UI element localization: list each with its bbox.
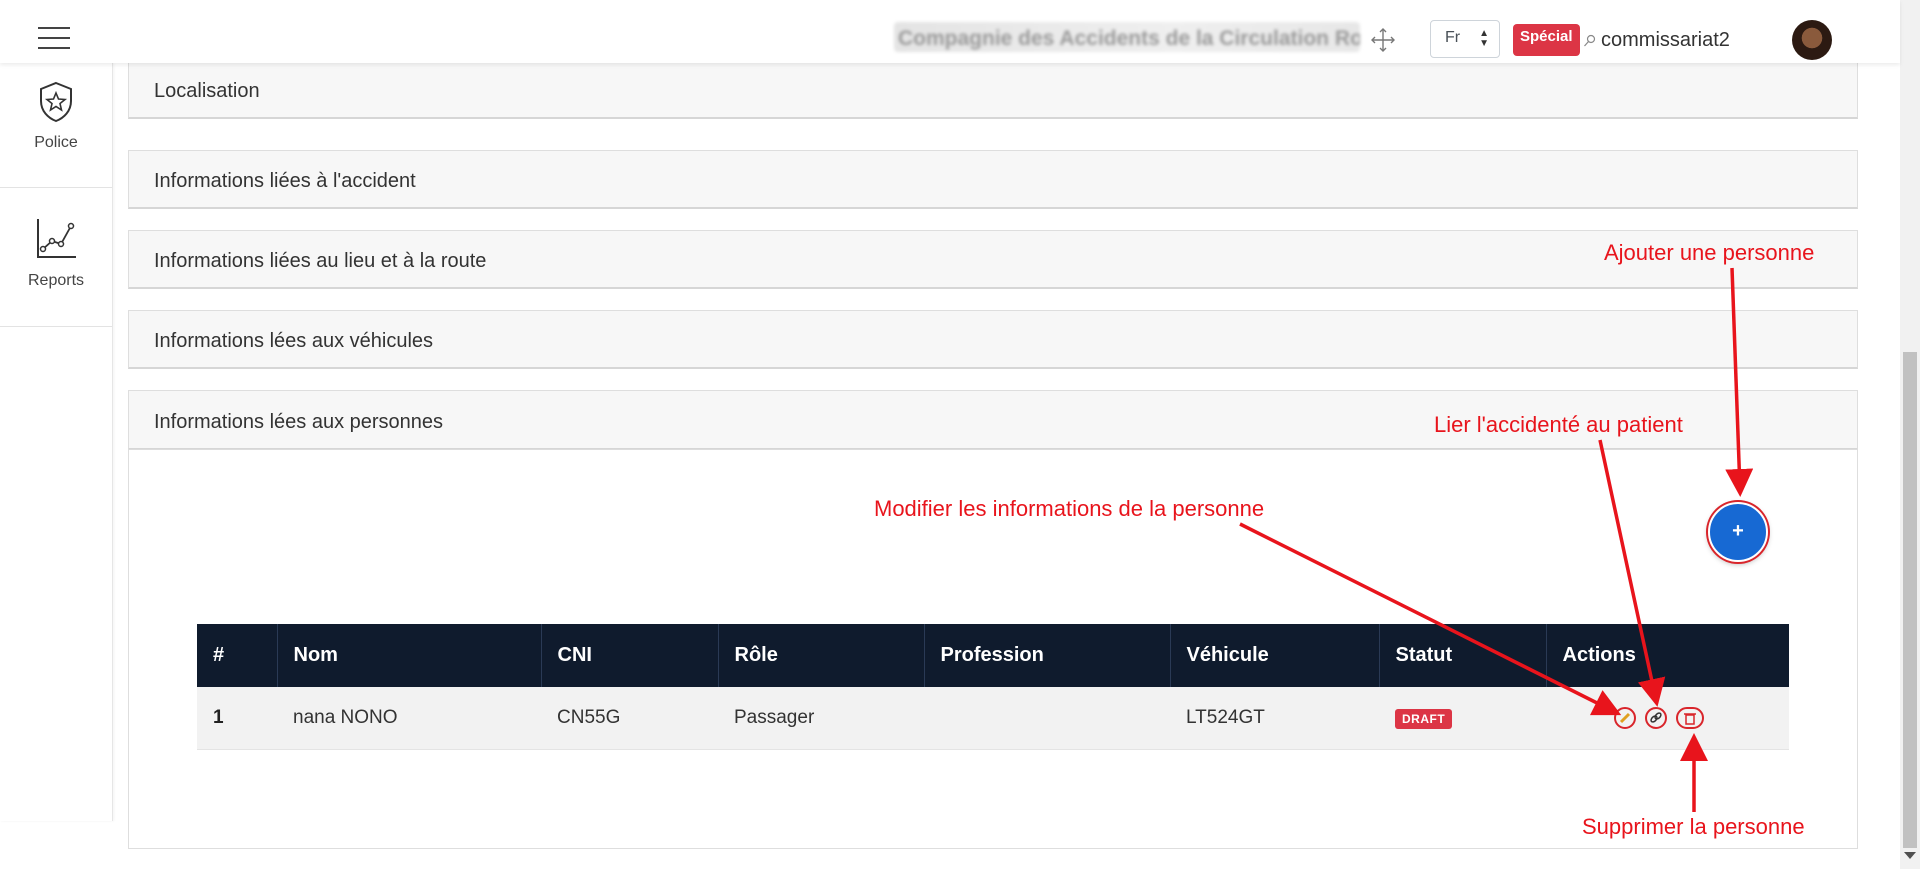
fullscreen-icon[interactable] xyxy=(1370,27,1396,53)
edit-person-button[interactable] xyxy=(1614,706,1636,729)
panel-title: Informations lées aux véhicules xyxy=(154,330,434,352)
cell-number: 1 xyxy=(197,687,277,750)
add-person-button[interactable]: + xyxy=(1708,502,1768,562)
annotation-delete-person: Supprimer la personne xyxy=(1582,814,1805,839)
scroll-down-arrow-icon[interactable] xyxy=(1904,852,1916,859)
cell-actions xyxy=(1546,687,1789,750)
panel-location-road-info[interactable]: Informations liées au lieu et à la route xyxy=(128,230,1858,289)
column-header: Statut xyxy=(1379,624,1547,687)
table-header-row: # Nom CNI Rôle Profession Véhicule Statu… xyxy=(197,624,1789,687)
panel-vehicles-info[interactable]: Informations lées aux véhicules xyxy=(128,310,1858,369)
annotation-add-person: Ajouter une personne xyxy=(1604,240,1815,265)
status-badge: DRAFT xyxy=(1395,708,1453,729)
select-arrows-icon: ▲ ▼ xyxy=(1479,28,1489,49)
panel-accident-info[interactable]: Informations liées à l'accident xyxy=(128,150,1858,209)
cell-role: Passager xyxy=(718,687,924,750)
company-name-blurred: Compagnie des Accidents de la Circulatio… xyxy=(894,22,1360,52)
trash-icon xyxy=(1684,712,1696,725)
special-badge: Spécial xyxy=(1513,24,1580,56)
cell-cni: CN55G xyxy=(541,687,718,750)
cell-profession xyxy=(924,687,1170,750)
username[interactable]: commissariat2 xyxy=(1601,29,1730,52)
link-patient-button[interactable] xyxy=(1645,706,1667,729)
column-header: Rôle xyxy=(718,624,925,687)
cell-vehicule: LT524GT xyxy=(1170,687,1379,750)
column-header: Nom xyxy=(277,624,542,687)
column-header: CNI xyxy=(541,624,719,687)
language-select[interactable]: Fr ▲ ▼ xyxy=(1430,20,1500,58)
link-icon xyxy=(1650,712,1662,723)
panel-localisation[interactable]: Localisation xyxy=(128,63,1858,119)
table-row: 1 nana NONO CN55G Passager LT524GT DRAFT xyxy=(197,687,1789,750)
menu-icon[interactable] xyxy=(38,27,72,49)
pencil-icon xyxy=(1619,712,1631,723)
top-navbar: Compagnie des Accidents de la Circulatio… xyxy=(0,0,1900,63)
sidebar-item-label: Police xyxy=(34,134,78,151)
column-header: Actions xyxy=(1546,624,1789,687)
sidebar-item-label: Reports xyxy=(27,272,85,289)
persons-table: # Nom CNI Rôle Profession Véhicule Statu… xyxy=(197,624,1789,750)
avatar[interactable] xyxy=(1792,20,1832,60)
chart-line-icon xyxy=(37,219,76,258)
sidebar-item-reports[interactable]: Reports xyxy=(0,217,112,290)
panel-title: Informations liées au lieu et à la route xyxy=(154,250,487,272)
sidebar: Police Reports xyxy=(0,63,113,821)
cell-statut: DRAFT xyxy=(1379,687,1546,750)
sidebar-item-police[interactable]: Police xyxy=(0,81,112,152)
annotation-edit-person: Modifier les informations de la personne xyxy=(874,496,1265,521)
column-header: # xyxy=(197,624,278,687)
sidebar-divider xyxy=(0,326,112,327)
delete-person-button[interactable] xyxy=(1676,706,1704,729)
panel-title: Informations liées à l'accident xyxy=(154,170,416,192)
panel-title: Informations lées aux personnes xyxy=(154,411,444,433)
annotation-link-patient: Lier l'accidenté au patient xyxy=(1434,412,1683,437)
scrollbar-thumb[interactable] xyxy=(1903,352,1917,848)
panel-title: Localisation xyxy=(154,80,260,102)
police-badge-icon xyxy=(40,81,72,123)
sidebar-divider xyxy=(0,187,112,188)
column-header: Véhicule xyxy=(1170,624,1380,687)
page-scrollbar[interactable] xyxy=(1900,0,1920,869)
language-value: Fr xyxy=(1445,29,1461,46)
cell-nom: nana NONO xyxy=(277,687,541,750)
column-header: Profession xyxy=(924,624,1171,687)
user-icon xyxy=(1584,34,1596,47)
